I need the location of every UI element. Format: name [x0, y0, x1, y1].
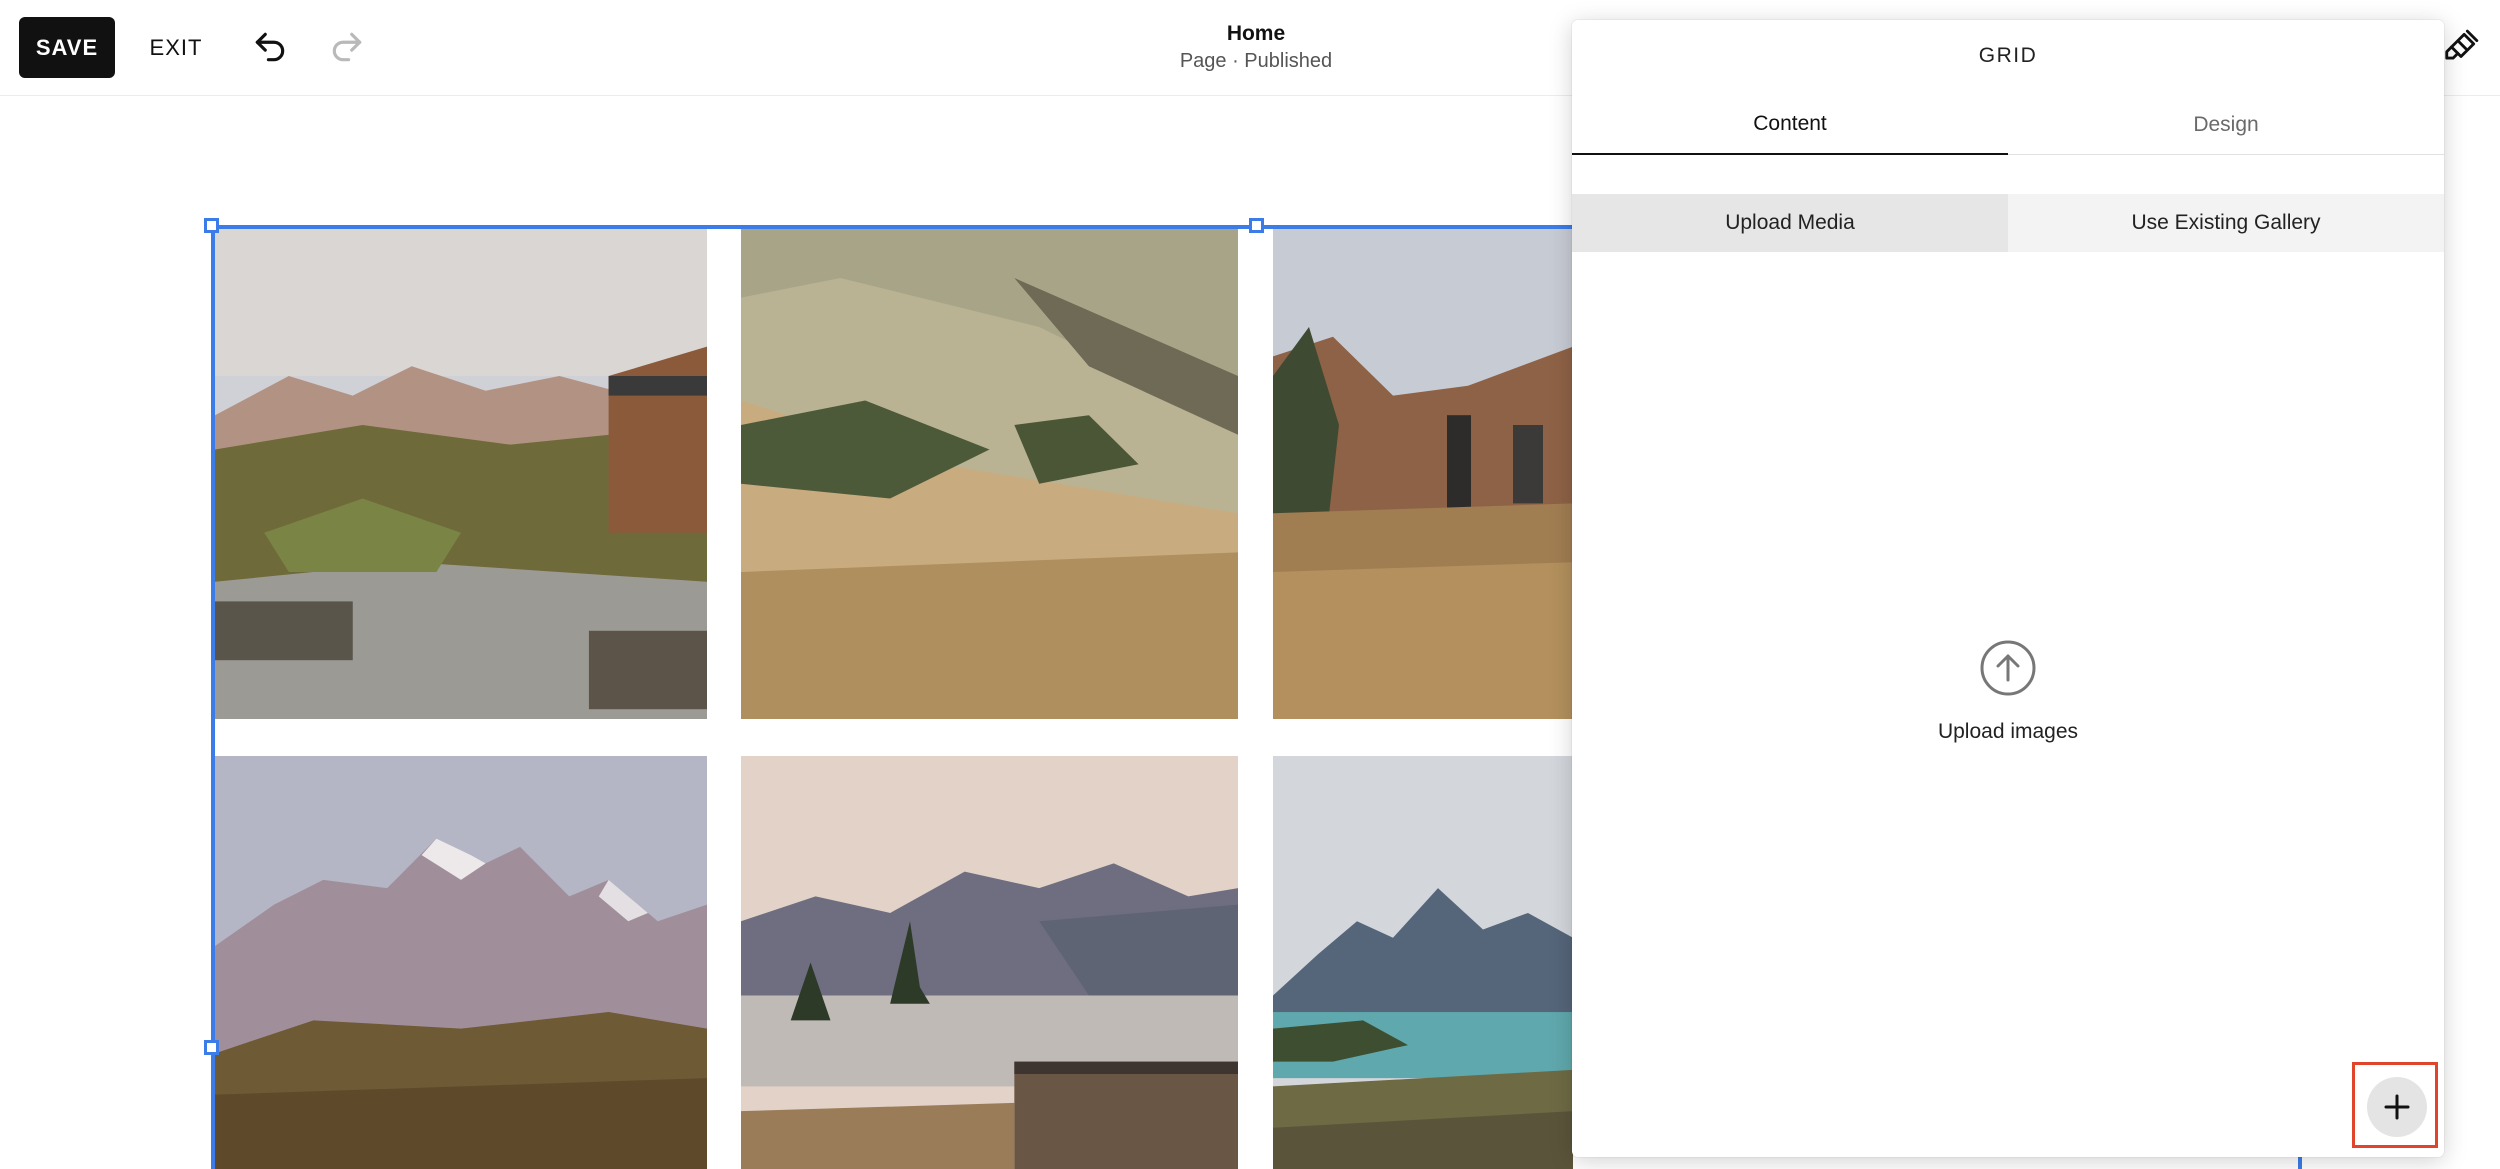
upload-dropzone[interactable]: Upload images [1572, 252, 2444, 1157]
resize-handle-top-left[interactable] [204, 218, 219, 233]
grid-settings-panel: GRID Content Design Upload Media Use Exi… [1572, 20, 2444, 1157]
redo-icon[interactable] [324, 24, 370, 70]
plus-icon[interactable] [2367, 1077, 2427, 1137]
upload-arrow-icon[interactable] [1978, 638, 2038, 698]
page-status: Page · Published [1179, 50, 1333, 72]
exit-button[interactable]: EXIT [144, 17, 208, 78]
page-title: Home [1226, 22, 1286, 45]
panel-tabs: Content Design [1572, 95, 2444, 155]
upload-media-option[interactable]: Upload Media [1572, 194, 2008, 252]
paintbrush-icon[interactable] [2438, 24, 2484, 70]
undo-icon[interactable] [247, 24, 293, 70]
editor-root: SAVE EXIT Home Page · Published GRID Con… [0, 0, 2500, 1169]
panel-title: GRID [1978, 44, 2038, 67]
save-button[interactable]: SAVE [19, 17, 115, 78]
tab-content[interactable]: Content [1572, 95, 2008, 155]
page-info[interactable]: Home Page · Published [1100, 20, 1412, 75]
resize-handle-top-center[interactable] [1249, 218, 1264, 233]
use-existing-gallery-option[interactable]: Use Existing Gallery [2008, 194, 2444, 252]
resize-handle-middle-left[interactable] [204, 1040, 219, 1055]
media-source-toggle: Upload Media Use Existing Gallery [1572, 194, 2444, 252]
tab-design[interactable]: Design [2008, 95, 2444, 155]
upload-images-label[interactable]: Upload images [1572, 720, 2444, 744]
